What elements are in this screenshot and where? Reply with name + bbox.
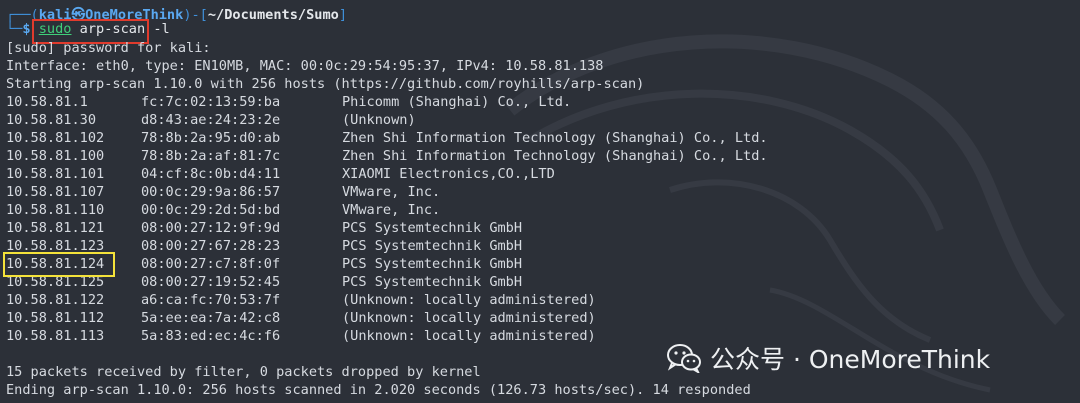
sudo-password-line: [sudo] password for kali: — [6, 40, 211, 56]
result-ip: 10.58.81.110 — [6, 202, 105, 218]
result-ip: 10.58.81.100 — [6, 148, 105, 164]
ip-highlight-box — [3, 252, 115, 277]
prompt-path: ~/Documents/Sumo — [207, 7, 339, 23]
result-mac: 08:00:27:67:28:23 — [141, 238, 281, 254]
result-vendor: Phicomm (Shanghai) Co., Ltd. — [342, 94, 572, 110]
result-ip: 10.58.81.112 — [6, 310, 105, 326]
packets-summary-line: 15 packets received by filter, 0 packets… — [6, 364, 481, 380]
result-vendor: XIAOMI Electronics,CO.,LTD — [342, 166, 555, 182]
result-vendor: VMware, Inc. — [342, 184, 441, 200]
result-ip: 10.58.81.107 — [6, 184, 105, 200]
result-mac: 5a:ee:ea:7a:42:c8 — [141, 310, 281, 326]
result-vendor: PCS Systemtechnik GmbH — [342, 256, 523, 272]
result-mac: 08:00:27:19:52:45 — [141, 274, 281, 290]
wechat-icon — [667, 344, 701, 373]
result-ip: 10.58.81.113 — [6, 328, 105, 344]
result-mac: a6:ca:fc:70:53:7f — [141, 292, 281, 308]
result-vendor: Zhen Shi Information Technology (Shangha… — [342, 148, 768, 164]
result-ip: 10.58.81.101 — [6, 166, 105, 182]
scan-end-line: Ending arp-scan 1.10.0: 256 hosts scanne… — [6, 382, 751, 398]
result-vendor: (Unknown: locally administered) — [342, 328, 596, 344]
result-vendor: Zhen Shi Information Technology (Shangha… — [342, 130, 768, 146]
result-mac: 5a:83:ed:ec:4c:f6 — [141, 328, 281, 344]
result-ip: 10.58.81.121 — [6, 220, 105, 236]
watermark: 公众号 · OneMoreThink — [666, 341, 990, 375]
result-mac: 08:00:27:12:9f:9d — [141, 220, 281, 236]
result-vendor: PCS Systemtechnik GmbH — [342, 238, 523, 254]
result-vendor: (Unknown: locally administered) — [342, 310, 596, 326]
result-mac: d8:43:ae:24:23:2e — [141, 112, 281, 128]
result-mac: 78:8b:2a:95:d0:ab — [141, 130, 281, 146]
result-vendor: VMware, Inc. — [342, 202, 441, 218]
result-mac: 08:00:27:c7:8f:0f — [141, 256, 281, 272]
result-ip: 10.58.81.1 — [6, 94, 88, 110]
scan-start-line: Starting arp-scan 1.10.0 with 256 hosts … — [6, 76, 645, 92]
result-mac: 78:8b:2a:af:81:7c — [141, 148, 281, 164]
result-mac: 00:0c:29:9a:86:57 — [141, 184, 281, 200]
result-mac: 00:0c:29:2d:5d:bd — [141, 202, 281, 218]
prompt-symbol: $ — [22, 21, 31, 37]
result-vendor: PCS Systemtechnik GmbH — [342, 274, 523, 290]
interface-info-line: Interface: eth0, type: EN10MB, MAC: 00:0… — [6, 58, 604, 74]
result-ip: 10.58.81.122 — [6, 292, 105, 308]
result-vendor: PCS Systemtechnik GmbH — [342, 220, 523, 236]
result-ip: 10.58.81.30 — [6, 112, 97, 128]
result-vendor: (Unknown) — [342, 112, 416, 128]
terminal-window[interactable]: ┌──(kali㉿OneMoreThink)-[~/Documents/Sumo… — [0, 0, 1080, 403]
result-ip: 10.58.81.102 — [6, 130, 105, 146]
result-mac: fc:7c:02:13:59:ba — [141, 94, 281, 110]
result-vendor: (Unknown: locally administered) — [342, 292, 596, 308]
watermark-text: 公众号 · OneMoreThink — [710, 345, 991, 374]
result-mac: 04:cf:8c:0b:d4:11 — [141, 166, 281, 182]
